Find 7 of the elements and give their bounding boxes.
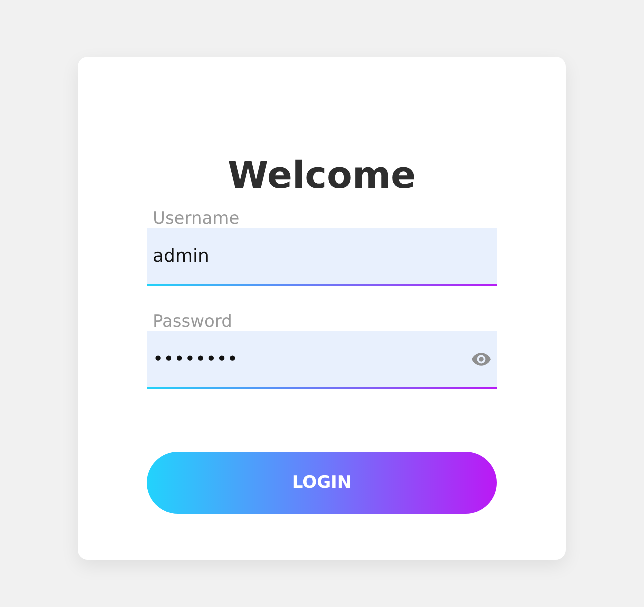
field-label: Username	[152, 210, 241, 228]
eye-icon[interactable]	[472, 353, 491, 366]
welcome-title: Welcome	[226, 154, 418, 198]
login-button[interactable]: LOGIN	[147, 452, 497, 514]
password-field[interactable]: ••••••••	[147, 331, 497, 389]
field-label: Password	[152, 313, 234, 331]
username-field[interactable]: admin	[147, 228, 497, 286]
